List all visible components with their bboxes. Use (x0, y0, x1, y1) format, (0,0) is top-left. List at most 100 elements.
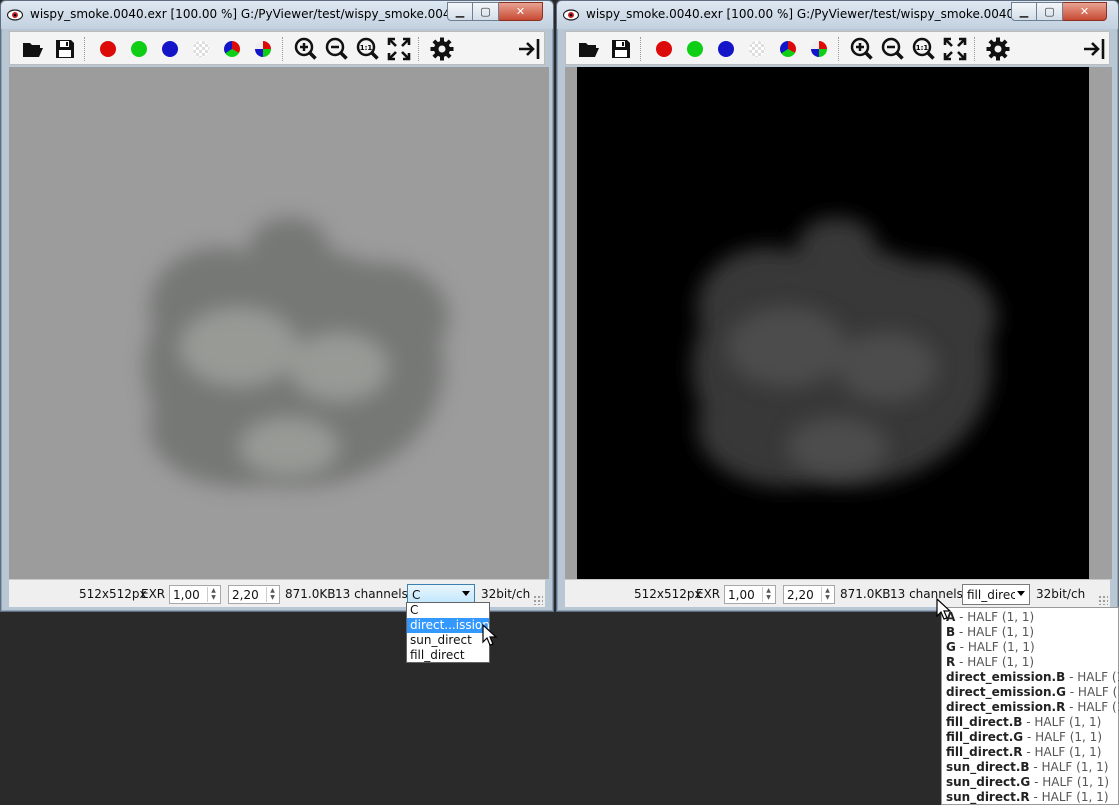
settings-icon[interactable] (985, 36, 1011, 62)
blue-channel-icon[interactable] (713, 36, 739, 62)
rgba-channel-icon[interactable] (806, 36, 832, 62)
title-bar[interactable]: wispy_smoke.0040.exr [100.00 %] G:/PyVie… (557, 1, 1118, 29)
filesize-label: 871.0KB (840, 587, 891, 601)
tooltip-row: fill_direct.G - HALF (1, 1) (942, 730, 1118, 745)
spin-arrows[interactable]: ▲ ▼ (821, 587, 833, 602)
channel-name: B (946, 625, 956, 639)
red-channel-icon[interactable] (95, 36, 121, 62)
minimize-button[interactable]: ▁ (447, 2, 473, 21)
channel-info: - HALF (1, 1) (1023, 730, 1102, 744)
image-viewport[interactable] (577, 67, 1089, 579)
save-icon[interactable] (608, 36, 634, 62)
spin-arrows[interactable]: ▲ ▼ (207, 587, 219, 602)
exit-icon[interactable] (1081, 36, 1107, 62)
zoom-1to1-icon[interactable]: 1:1 (911, 36, 937, 62)
resolution-label: 512x512px (634, 587, 702, 601)
layer-select-value: C (412, 588, 421, 602)
layer-dropdown-list: C direct...ission sun_direct fill_direct (406, 602, 490, 663)
tooltip-row: direct_emission.R - HALF (1, 1) (942, 700, 1119, 715)
alpha-channel-icon[interactable] (744, 36, 770, 62)
green-channel-icon[interactable] (682, 36, 708, 62)
channel-info: - HALF (1, 1) (955, 655, 1035, 669)
exit-icon[interactable] (516, 36, 542, 62)
exposure-spinbox[interactable]: 1,00 ▲ ▼ (724, 585, 776, 604)
image-viewport[interactable] (9, 67, 549, 579)
tooltip-row: G - HALF (1, 1) (942, 640, 1118, 655)
alpha-channel-icon[interactable] (188, 36, 214, 62)
channel-name: sun_direct.B (946, 760, 1030, 774)
zoom-1to1-icon[interactable]: 1:1 (355, 36, 381, 62)
close-button[interactable]: ✕ (499, 2, 543, 21)
channel-info: - HALF (1, 1) (1022, 745, 1102, 759)
tooltip-row: fill_direct.R - HALF (1, 1) (942, 745, 1118, 760)
zoom-in-icon[interactable] (849, 36, 875, 62)
window-controls: ▁ ▢ ✕ (447, 2, 543, 21)
channel-info: - HALF (1, 1) (1069, 700, 1119, 714)
fit-icon[interactable] (942, 36, 968, 62)
save-icon[interactable] (52, 36, 78, 62)
tooltip-row: fill_direct.B - HALF (1, 1) (942, 715, 1118, 730)
window-controls: ▁ ▢ ✕ (1011, 2, 1107, 21)
tooltip-row: direct_emission.B - HALF (1, 1) (942, 670, 1119, 685)
rgb-channel-icon[interactable] (219, 36, 245, 62)
mouse-cursor-icon (936, 598, 952, 620)
open-folder-icon[interactable] (20, 36, 46, 62)
channels-label: 13 channels (335, 587, 408, 601)
close-button[interactable]: ✕ (1063, 2, 1107, 21)
layer-select[interactable]: fill_direc (962, 584, 1030, 605)
channel-name: R (946, 655, 956, 669)
svg-text:1:1: 1:1 (916, 44, 929, 52)
open-folder-icon[interactable] (576, 36, 602, 62)
dropdown-item[interactable]: C (407, 603, 489, 618)
dropdown-item[interactable]: sun_direct (407, 633, 489, 648)
resolution-label: 512x512px (79, 587, 147, 601)
zoom-out-icon[interactable] (324, 36, 350, 62)
resize-grip[interactable] (533, 595, 543, 605)
channel-info: - HALF (1, 1) (1022, 715, 1102, 729)
viewer-window-left: wispy_smoke.0040.exr [100.00 %] G:/PyVie… (0, 0, 554, 612)
rgba-channel-icon[interactable] (250, 36, 276, 62)
channel-name: fill_direct.R (946, 745, 1023, 759)
channel-name: G (946, 640, 956, 654)
rgb-channel-icon[interactable] (775, 36, 801, 62)
toolbar-separator (838, 37, 840, 61)
channel-info: - HALF (1, 1) (955, 640, 1035, 654)
toolbar: 1:1 (9, 31, 545, 65)
toolbar-separator (640, 37, 642, 61)
channel-name: fill_direct.B (946, 715, 1023, 729)
zoom-out-icon[interactable] (880, 36, 906, 62)
title-bar[interactable]: wispy_smoke.0040.exr [100.00 %] G:/PyVie… (1, 1, 553, 29)
gamma-spinbox[interactable]: 2,20 ▲ ▼ (783, 585, 835, 604)
zoom-in-icon[interactable] (293, 36, 319, 62)
channel-name: direct_emission.B (946, 670, 1066, 684)
exposure-value: 1,00 (173, 588, 200, 602)
maximize-button[interactable]: ▢ (473, 2, 499, 21)
channels-tooltip: A - HALF (1, 1) B - HALF (1, 1) G - HALF… (941, 607, 1119, 805)
tooltip-row: sun_direct.B - HALF (1, 1) (942, 760, 1118, 775)
blue-channel-icon[interactable] (157, 36, 183, 62)
layer-select-value: fill_direc (967, 588, 1015, 602)
exposure-spinbox[interactable]: 1,00 ▲ ▼ (169, 585, 221, 604)
resize-grip[interactable] (1098, 595, 1108, 605)
maximize-button[interactable]: ▢ (1037, 2, 1063, 21)
format-label: EXR (141, 587, 166, 601)
dropdown-item[interactable]: fill_direct (407, 648, 489, 663)
status-bar: 512x512px EXR 1,00 ▲ ▼ 2,20 ▲ ▼ 871.0KB 13… (565, 579, 1110, 607)
fit-icon[interactable] (386, 36, 412, 62)
green-channel-icon[interactable] (126, 36, 152, 62)
minimize-button[interactable]: ▁ (1011, 2, 1037, 21)
eye-icon (7, 9, 23, 21)
red-channel-icon[interactable] (651, 36, 677, 62)
spin-arrows[interactable]: ▲ ▼ (762, 587, 774, 602)
gamma-spinbox[interactable]: 2,20 ▲ ▼ (228, 585, 280, 604)
spin-arrows[interactable]: ▲ ▼ (266, 587, 278, 602)
eye-icon (563, 9, 579, 21)
window-title: wispy_smoke.0040.exr [100.00 %] G:/PyVie… (30, 7, 482, 21)
settings-icon[interactable] (429, 36, 455, 62)
toolbar: 1:1 (565, 31, 1110, 65)
dropdown-item-highlighted[interactable]: direct...ission (407, 618, 490, 633)
smoke-image (144, 217, 449, 487)
channel-info: - HALF (1, 1) (1029, 760, 1109, 774)
format-label: EXR (696, 587, 721, 601)
viewer-window-right: wispy_smoke.0040.exr [100.00 %] G:/PyVie… (556, 0, 1119, 612)
